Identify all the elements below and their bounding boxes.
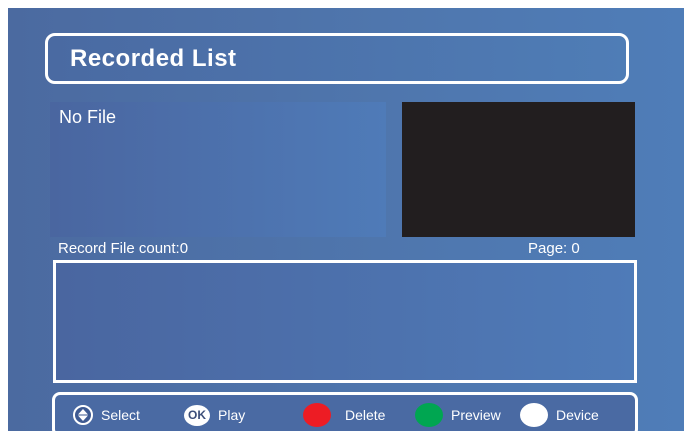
title-bar: Recorded List	[45, 33, 629, 84]
ok-button-icon: OK	[184, 404, 210, 426]
white-button-icon	[520, 403, 548, 427]
help-item-device[interactable]: Device	[520, 403, 599, 427]
help-label-preview: Preview	[451, 407, 501, 423]
help-item-preview[interactable]: Preview	[415, 403, 501, 427]
green-button-icon	[415, 403, 443, 427]
help-item-select[interactable]: Select	[73, 404, 140, 426]
empty-file-message: No File	[59, 107, 117, 127]
red-button-icon	[303, 403, 331, 427]
record-file-count: Record File count:0	[58, 240, 189, 257]
help-label-device: Device	[556, 407, 599, 423]
navigate-updown-icon	[73, 405, 93, 425]
recorded-list-screen: Recorded List No File Record File count:…	[8, 8, 684, 431]
help-label-play: Play	[218, 407, 246, 423]
page-label: Page:	[528, 240, 568, 257]
help-item-play[interactable]: OK Play	[184, 404, 245, 426]
help-label-delete: Delete	[345, 407, 386, 423]
help-label-select: Select	[101, 407, 140, 423]
help-bar: Select OK Play Delete Preview Device	[52, 392, 638, 431]
page-indicator: Page: 0	[528, 240, 580, 257]
page-number: 0	[571, 240, 580, 257]
file-info-panel	[53, 260, 637, 383]
help-item-delete[interactable]: Delete	[303, 403, 386, 427]
file-list-panel[interactable]: No File	[50, 102, 386, 237]
page-title: Recorded List	[70, 45, 237, 72]
preview-window	[402, 102, 635, 237]
